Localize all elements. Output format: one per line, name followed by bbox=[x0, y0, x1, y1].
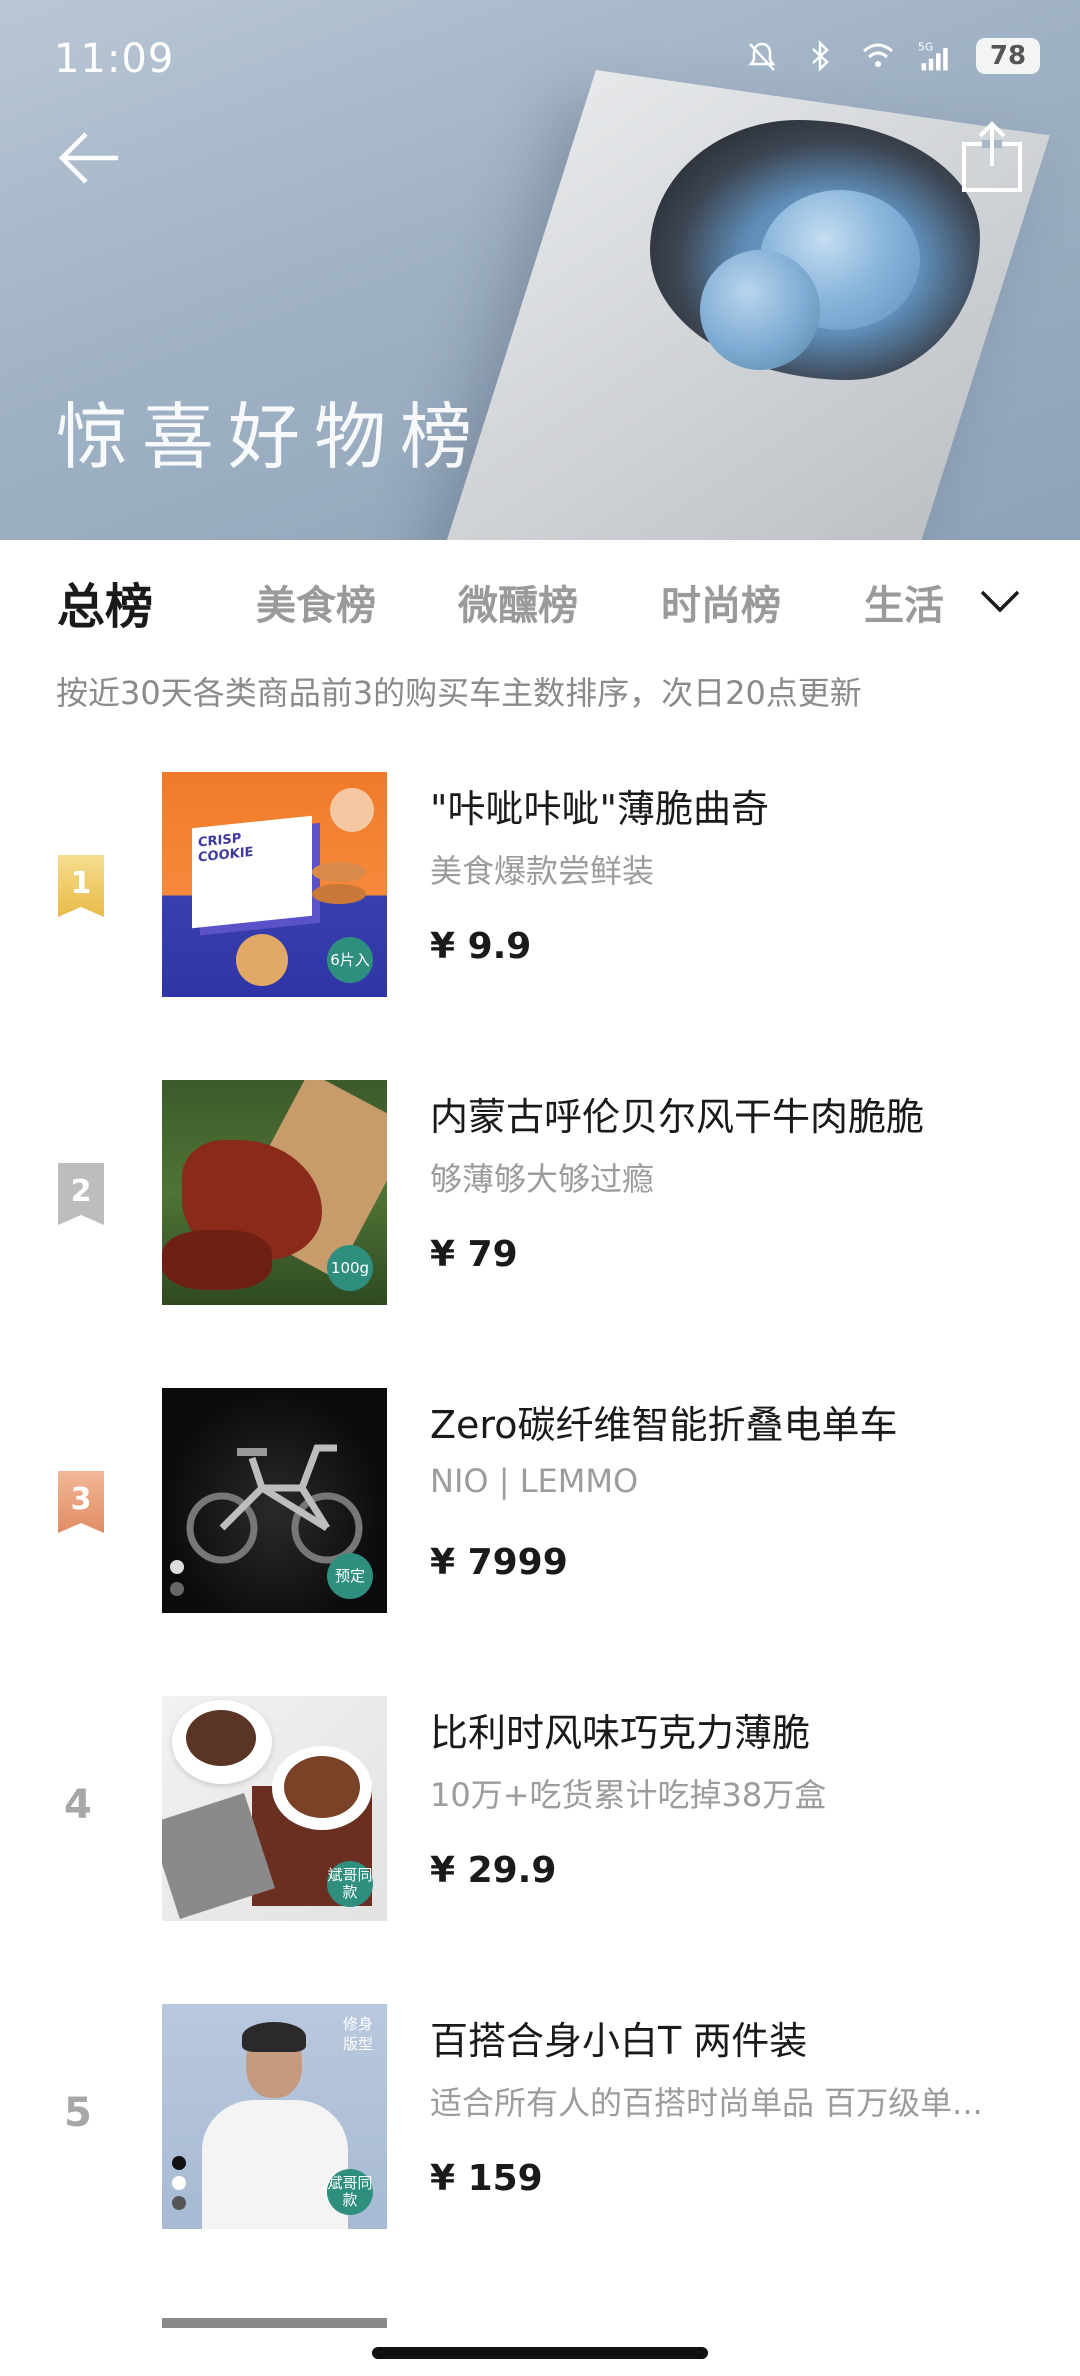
item-description: NIO | LEMMO bbox=[430, 1462, 639, 1500]
item-title[interactable]: 百搭合身小白T 两件装 bbox=[430, 2010, 807, 2065]
item-tag: 斌哥同款 bbox=[327, 1861, 373, 1907]
chevron-down-icon[interactable] bbox=[976, 582, 1024, 622]
list-item[interactable]: 2 100g 内蒙古呼伦贝尔风干牛肉脆脆 够薄够大够过瘾 ¥ 79 bbox=[0, 1068, 1080, 1328]
tab-life[interactable]: 生活 bbox=[864, 573, 944, 631]
product-image-beef-jerky[interactable]: 100g bbox=[162, 1080, 387, 1305]
tab-food[interactable]: 美食榜 bbox=[256, 573, 376, 631]
status-icons: 5G 78 bbox=[744, 38, 1040, 74]
item-description: 美食爆款尝鲜装 bbox=[430, 852, 655, 890]
svg-text:2: 2 bbox=[71, 1174, 92, 1209]
back-arrow-icon[interactable] bbox=[52, 118, 132, 198]
list-item[interactable]: 5 修身版型 斌哥同款 百搭合身小白T 两件装 适合所有人的百搭时尚单品 百万级… bbox=[0, 1992, 1080, 2252]
svg-text:1: 1 bbox=[71, 866, 92, 901]
item-description: 够薄够大够过瘾 bbox=[430, 1160, 655, 1198]
cookie-box-label: CRISP COOKIE bbox=[198, 831, 254, 866]
hero-banner: 11:09 5G 78 惊喜好物榜 bbox=[0, 0, 1080, 540]
item-title[interactable]: Zero碳纤维智能折叠电单车 bbox=[430, 1394, 897, 1449]
bluetooth-icon bbox=[812, 39, 829, 73]
list-item[interactable]: 1 CRISP COOKIE 6片入 "咔呲咔呲"薄脆曲奇 美食爆款尝鲜装 ¥ … bbox=[0, 760, 1080, 1020]
hero-blue-sphere bbox=[700, 250, 820, 370]
fit-label: 修身版型 bbox=[342, 2015, 373, 2053]
product-image-tshirt[interactable]: 修身版型 斌哥同款 bbox=[162, 2004, 387, 2229]
rank-badge-bronze: 3 bbox=[58, 1471, 104, 1533]
rank-badge-gold: 1 bbox=[58, 855, 104, 917]
status-time: 11:09 bbox=[54, 36, 175, 82]
item-tag: 100g bbox=[327, 1245, 373, 1291]
product-image-ebike[interactable]: 预定 bbox=[162, 1388, 387, 1613]
next-item-thumb-edge bbox=[162, 2318, 387, 2328]
rank-number: 5 bbox=[64, 2090, 92, 2136]
item-title[interactable]: 内蒙古呼伦贝尔风干牛肉脆脆 bbox=[430, 1086, 924, 1141]
rank-number: 4 bbox=[64, 1782, 92, 1828]
home-indicator bbox=[372, 2347, 708, 2359]
list-item[interactable]: 4 斌哥同款 比利时风味巧克力薄脆 10万+吃货累计吃掉38万盒 ¥ 29.9 bbox=[0, 1684, 1080, 1944]
ranking-description: 按近30天各类商品前3的购买车主数排序，次日20点更新 bbox=[56, 674, 862, 712]
item-tag: 斌哥同款 bbox=[327, 2169, 373, 2215]
svg-text:3: 3 bbox=[71, 1482, 92, 1517]
signal-icon: 5G bbox=[918, 41, 948, 71]
item-price: ¥ 79 bbox=[430, 1234, 518, 1275]
item-tag: 预定 bbox=[327, 1553, 373, 1599]
item-price: ¥ 9.9 bbox=[430, 926, 532, 967]
cookie-box: CRISP COOKIE bbox=[192, 815, 312, 929]
item-price: ¥ 159 bbox=[430, 2158, 543, 2199]
status-bar: 11:09 5G 78 bbox=[0, 0, 1080, 120]
item-description: 10万+吃货累计吃掉38万盒 bbox=[430, 1776, 827, 1814]
rank-badge-silver: 2 bbox=[58, 1163, 104, 1225]
wifi-icon bbox=[863, 43, 893, 67]
tab-tipsy[interactable]: 微醺榜 bbox=[458, 573, 578, 631]
product-image-chocolate[interactable]: 斌哥同款 bbox=[162, 1696, 387, 1921]
item-title[interactable]: "咔呲咔呲"薄脆曲奇 bbox=[430, 778, 769, 833]
share-icon[interactable] bbox=[952, 118, 1032, 198]
tab-overall[interactable]: 总榜 bbox=[57, 567, 153, 637]
item-title[interactable]: 比利时风味巧克力薄脆 bbox=[430, 1702, 810, 1757]
network-label: 5G bbox=[918, 41, 933, 54]
item-tag: 6片入 bbox=[327, 937, 373, 983]
item-price: ¥ 29.9 bbox=[430, 1850, 557, 1891]
item-price: ¥ 7999 bbox=[430, 1542, 568, 1583]
item-description: 适合所有人的百搭时尚单品 百万级单... bbox=[430, 2084, 983, 2122]
battery-indicator: 78 bbox=[976, 38, 1040, 74]
list-item[interactable]: 3 预定 Zero碳纤维智能折叠电单车 NIO | LEMMO ¥ 7999 bbox=[0, 1376, 1080, 1636]
product-image-cookie[interactable]: CRISP COOKIE 6片入 bbox=[162, 772, 387, 997]
hero-title: 惊喜好物榜 bbox=[56, 395, 487, 479]
mute-bell-icon bbox=[748, 42, 776, 71]
tab-fashion[interactable]: 时尚榜 bbox=[661, 573, 781, 631]
